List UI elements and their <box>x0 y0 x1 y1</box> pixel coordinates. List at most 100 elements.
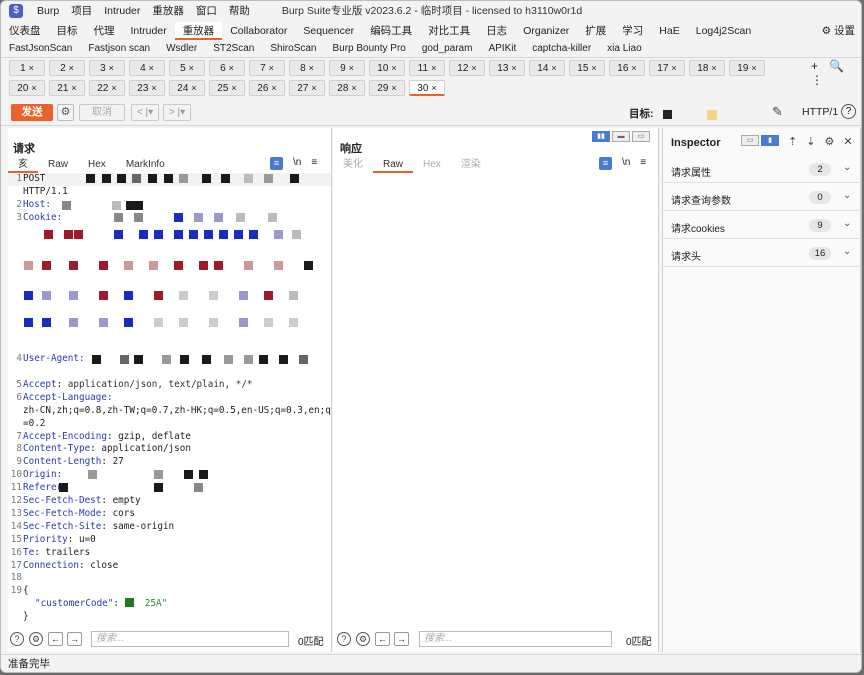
close-icon[interactable]: × <box>111 83 116 93</box>
close-icon[interactable]: × <box>229 63 234 73</box>
close-icon[interactable]: × <box>551 63 556 73</box>
response-editor[interactable] <box>333 173 658 623</box>
repeater-tab-4[interactable]: 4 × <box>129 60 165 76</box>
close-icon[interactable]: × <box>349 63 354 73</box>
close-icon[interactable]: × <box>31 83 36 93</box>
close-icon[interactable]: × <box>231 83 236 93</box>
response-tab-render[interactable]: 渲染 <box>451 157 491 173</box>
tab-st2scan[interactable]: ST2Scan <box>205 40 262 57</box>
close-icon[interactable]: × <box>391 83 396 93</box>
help-icon[interactable]: ? <box>10 632 24 646</box>
request-tab-pretty[interactable]: 亥 <box>8 157 38 173</box>
search-settings-gear-icon[interactable]: ⚙ <box>356 632 370 646</box>
close-icon[interactable]: × <box>271 83 276 93</box>
word-wrap-icon[interactable]: ≡ <box>270 157 283 170</box>
close-icon[interactable]: × <box>71 83 76 93</box>
repeater-tab-22[interactable]: 22 × <box>89 80 125 96</box>
inspector-section-headers[interactable]: 请求头 16 ⌄ <box>663 240 861 267</box>
close-icon[interactable]: × <box>311 83 316 93</box>
repeater-tab-13[interactable]: 13 × <box>489 60 525 76</box>
repeater-tab-11[interactable]: 11 × <box>409 60 445 76</box>
tab-decoder[interactable]: 编码工具 <box>362 22 420 40</box>
response-menu-icon[interactable]: ≡ <box>640 157 646 170</box>
menu-project[interactable]: 项目 <box>65 1 98 21</box>
repeater-tab-29[interactable]: 29 × <box>369 80 405 96</box>
tab-collaborator[interactable]: Collaborator <box>222 22 295 40</box>
send-button[interactable]: 发送 <box>11 104 53 121</box>
inspector-section-cookies[interactable]: 请求cookies 9 ⌄ <box>663 212 861 239</box>
send-settings-gear-icon[interactable]: ⚙ <box>57 104 74 121</box>
layout-tabs-icon[interactable]: ▭ <box>632 131 650 142</box>
response-tab-pretty[interactable]: 美化 <box>333 157 373 173</box>
repeater-tab-27[interactable]: 27 × <box>289 80 325 96</box>
repeater-tab-20[interactable]: 20 × <box>9 80 45 96</box>
tab-log4j2scan[interactable]: Log4j2Scan <box>688 22 759 40</box>
inspector-layout-b-icon[interactable]: ▮ <box>761 135 779 146</box>
repeater-tab-14[interactable]: 14 × <box>529 60 565 76</box>
close-icon[interactable]: × <box>109 63 114 73</box>
close-icon[interactable]: × <box>431 83 436 93</box>
inspector-settings-gear-icon[interactable]: ⚙ <box>824 135 834 148</box>
http-version-selector[interactable]: HTTP/1 <box>802 106 838 118</box>
repeater-tab-30[interactable]: 30 × <box>409 80 445 96</box>
repeater-tab-6[interactable]: 6 × <box>209 60 245 76</box>
response-tab-hex[interactable]: Hex <box>413 157 451 173</box>
repeater-tab-19[interactable]: 19 × <box>729 60 765 76</box>
close-icon[interactable]: × <box>191 83 196 93</box>
repeater-tab-28[interactable]: 28 × <box>329 80 365 96</box>
repeater-tab-24[interactable]: 24 × <box>169 80 205 96</box>
expand-all-icon[interactable]: ⇡ <box>788 135 797 148</box>
collapse-all-icon[interactable]: ⇣ <box>806 135 815 148</box>
tab-target[interactable]: 目标 <box>49 22 86 40</box>
request-tab-raw[interactable]: Raw <box>38 157 78 173</box>
repeater-tab-5[interactable]: 5 × <box>169 60 205 76</box>
close-icon[interactable]: × <box>69 63 74 73</box>
close-icon[interactable]: × <box>269 63 274 73</box>
repeater-tab-21[interactable]: 21 × <box>49 80 85 96</box>
tab-hae[interactable]: HaE <box>651 22 687 40</box>
tab-extensions[interactable]: 扩展 <box>577 22 614 40</box>
menu-intruder[interactable]: Intruder <box>98 1 146 21</box>
request-search-input[interactable]: 搜索... <box>91 631 289 647</box>
tab-organizer[interactable]: Organizer <box>515 22 577 40</box>
inspector-section-request-attributes[interactable]: 请求属性 2 ⌄ <box>663 156 861 183</box>
repeater-tab-26[interactable]: 26 × <box>249 80 285 96</box>
tab-god-param[interactable]: god_param <box>414 40 481 57</box>
repeater-tab-16[interactable]: 16 × <box>609 60 645 76</box>
close-icon[interactable]: × <box>591 63 596 73</box>
repeater-tab-23[interactable]: 23 × <box>129 80 165 96</box>
layout-side-by-side-icon[interactable]: ▮▮ <box>592 131 610 142</box>
repeater-tab-9[interactable]: 9 × <box>329 60 365 76</box>
word-wrap-icon[interactable]: ≡ <box>599 157 612 170</box>
inspector-close-icon[interactable]: ✕ <box>843 135 852 148</box>
tab-proxy[interactable]: 代理 <box>86 22 123 40</box>
tab-wsdler[interactable]: Wsdler <box>158 40 205 57</box>
request-tab-markinfo[interactable]: MarkInfo <box>116 157 175 173</box>
tab-sequencer[interactable]: Sequencer <box>295 22 362 40</box>
repeater-tab-25[interactable]: 25 × <box>209 80 245 96</box>
menu-window[interactable]: 窗口 <box>190 1 223 21</box>
response-search-input[interactable]: 搜索... <box>419 631 612 647</box>
repeater-tab-12[interactable]: 12 × <box>449 60 485 76</box>
close-icon[interactable]: × <box>471 63 476 73</box>
inspector-layout-a-icon[interactable]: ▭ <box>741 135 759 146</box>
close-icon[interactable]: × <box>29 63 34 73</box>
close-icon[interactable]: × <box>351 83 356 93</box>
repeater-tab-2[interactable]: 2 × <box>49 60 85 76</box>
repeater-tab-3[interactable]: 3 × <box>89 60 125 76</box>
tab-fastjson-scan[interactable]: Fastjson scan <box>80 40 158 57</box>
inspector-section-query-params[interactable]: 请求查询参数 0 ⌄ <box>663 184 861 211</box>
request-menu-icon[interactable]: ≡ <box>311 157 317 170</box>
tab-captcha-killer[interactable]: captcha-killer <box>524 40 599 57</box>
response-tab-raw[interactable]: Raw <box>373 157 414 173</box>
newline-toggle[interactable]: \n <box>622 157 630 170</box>
close-icon[interactable]: × <box>631 63 636 73</box>
request-tab-hex[interactable]: Hex <box>78 157 116 173</box>
tab-intruder[interactable]: Intruder <box>123 22 175 40</box>
close-icon[interactable]: × <box>151 83 156 93</box>
menu-repeater[interactable]: 重放器 <box>146 1 190 21</box>
menu-burp[interactable]: Burp <box>31 1 65 21</box>
tab-tools[interactable]: + 🔍 ⋮ <box>811 59 861 87</box>
tab-burp-bounty-pro[interactable]: Burp Bounty Pro <box>324 40 413 57</box>
close-icon[interactable]: × <box>671 63 676 73</box>
